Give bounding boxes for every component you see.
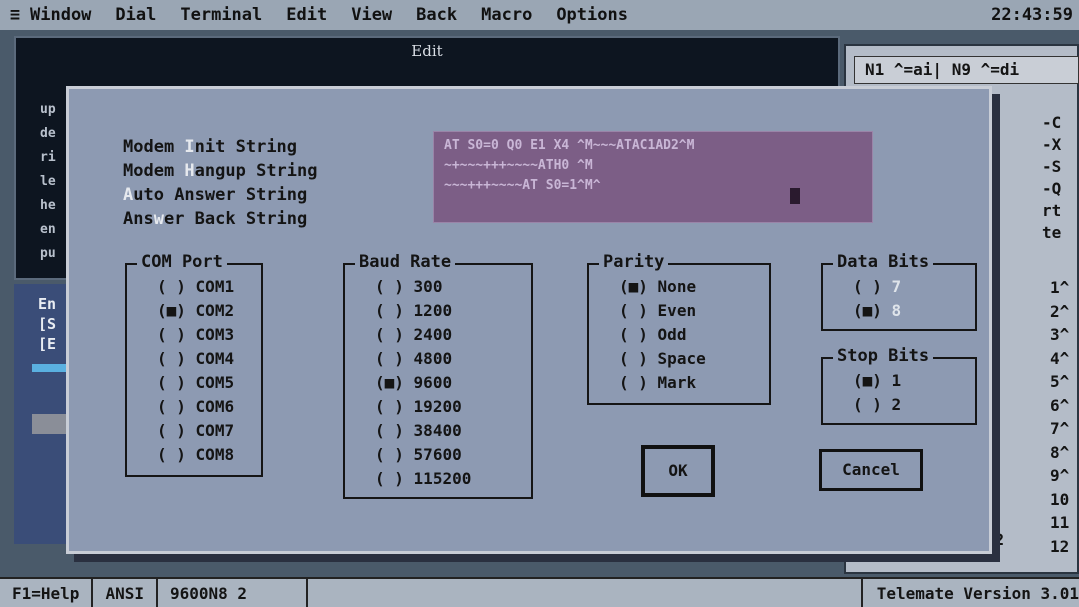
com-option[interactable]: ( ) COM3: [157, 325, 234, 344]
system-menu-icon[interactable]: ≡: [0, 5, 30, 25]
data-bits-option[interactable]: (■) 8: [853, 301, 901, 320]
macro-number[interactable]: 8^: [1050, 441, 1069, 465]
parity-group: Parity (■) None ( ) Even ( ) Odd ( ) Spa…: [587, 252, 771, 405]
menu-dial[interactable]: Dial: [115, 5, 156, 25]
hangup-string-label: Modem Hangup String: [123, 161, 318, 181]
line-settings-indicator: 9600N8 2: [158, 579, 308, 607]
key-item: rt: [1042, 201, 1062, 220]
baud-option[interactable]: ( ) 1200: [375, 301, 452, 320]
menu-terminal[interactable]: Terminal: [180, 5, 262, 25]
macro-number[interactable]: 2^: [1050, 300, 1069, 324]
com-option[interactable]: ( ) COM8: [157, 445, 234, 464]
key-list: -C -X -S -Q rt te: [1042, 112, 1061, 244]
data-bits-option[interactable]: ( ) 7: [853, 277, 901, 296]
com-port-group: COM Port ( ) COM1 (■) COM2 ( ) COM3 ( ) …: [125, 252, 263, 477]
clock: 22:43:59: [991, 5, 1073, 25]
key-item: -X: [1042, 135, 1062, 154]
macro-number[interactable]: 5^: [1050, 370, 1069, 394]
com-option[interactable]: ( ) COM7: [157, 421, 234, 440]
answer-back-string-label: Answer Back String: [123, 209, 308, 229]
baud-rate-title: Baud Rate: [355, 252, 456, 272]
baud-option[interactable]: ( ) 2400: [375, 325, 452, 344]
baud-option[interactable]: ( ) 4800: [375, 349, 452, 368]
menu-macro[interactable]: Macro: [481, 5, 532, 25]
baud-option[interactable]: ( ) 57600: [375, 445, 462, 464]
menu-window[interactable]: Window: [30, 5, 91, 25]
editor-title: Edit: [411, 42, 443, 60]
com-port-title: COM Port: [137, 252, 227, 272]
parity-option[interactable]: (■) None: [619, 277, 696, 296]
menu-view[interactable]: View: [351, 5, 392, 25]
macro-number[interactable]: 7^: [1050, 417, 1069, 441]
hangup-string-input[interactable]: ~+~~~+++~~~~ATH0 ^M: [434, 156, 872, 176]
emulation-indicator: ANSI: [93, 579, 158, 607]
parity-title: Parity: [599, 252, 669, 272]
key-item: te: [1042, 223, 1062, 242]
ok-button[interactable]: OK: [641, 445, 715, 497]
lower-left-text: En [S [E: [14, 284, 74, 354]
menu-options[interactable]: Options: [556, 5, 628, 25]
baud-option[interactable]: ( ) 19200: [375, 397, 462, 416]
menu-edit[interactable]: Edit: [286, 5, 327, 25]
macro-number[interactable]: 9^: [1050, 464, 1069, 488]
stop-bits-option[interactable]: (■) 1: [853, 371, 901, 390]
com-option[interactable]: ( ) COM1: [157, 277, 234, 296]
macro-number-list: 1^ 2^ 3^ 4^ 5^ 6^ 7^ 8^ 9^ 10 11 12: [1050, 276, 1069, 558]
macro-number[interactable]: 10: [1050, 488, 1069, 512]
init-string-input[interactable]: AT S0=0 Q0 E1 X4 ^M~~~ATAC1AD2^M: [434, 132, 872, 156]
key-item: -C: [1042, 113, 1062, 132]
com-option[interactable]: ( ) COM4: [157, 349, 234, 368]
key-item: -S: [1042, 157, 1062, 176]
cancel-button[interactable]: Cancel: [819, 449, 923, 491]
key-item: -Q: [1042, 179, 1062, 198]
stop-bits-title: Stop Bits: [833, 346, 934, 366]
com-option[interactable]: ( ) COM5: [157, 373, 234, 392]
help-hint[interactable]: F1=Help: [0, 579, 94, 607]
com-option[interactable]: ( ) COM6: [157, 397, 234, 416]
com-option[interactable]: (■) COM2: [157, 301, 234, 320]
parity-option[interactable]: ( ) Mark: [619, 373, 696, 392]
auto-answer-string-label: Auto Answer String: [123, 185, 308, 205]
text-cursor: [790, 188, 800, 204]
version-label: Telemate Version 3.01: [876, 583, 1079, 603]
auto-answer-string-input[interactable]: ~~~+++~~~~AT S0=1^M^: [434, 176, 872, 196]
status-bar: F1=Help ANSI 9600N8 2 Telemate Version 3…: [0, 577, 1079, 607]
modem-strings-field[interactable]: AT S0=0 Q0 E1 X4 ^M~~~ATAC1AD2^M ~+~~~++…: [433, 131, 873, 223]
baud-option[interactable]: ( ) 300: [375, 277, 442, 296]
macro-title: N1 ^=ai| N9 ^=di: [854, 56, 1079, 84]
lower-left-window: En [S [E: [14, 284, 77, 544]
macro-number[interactable]: 3^: [1050, 323, 1069, 347]
stop-bits-option[interactable]: ( ) 2: [853, 395, 901, 414]
baud-option[interactable]: ( ) 115200: [375, 469, 471, 488]
data-bits-group: Data Bits ( ) 7 (■) 8: [821, 252, 977, 331]
menu-bar: ≡ Window Dial Terminal Edit View Back Ma…: [0, 0, 1079, 30]
baud-option[interactable]: (■) 9600: [375, 373, 452, 392]
stop-bits-group: Stop Bits (■) 1 ( ) 2: [821, 346, 977, 425]
parity-option[interactable]: ( ) Odd: [619, 325, 686, 344]
baud-rate-group: Baud Rate ( ) 300 ( ) 1200 ( ) 2400 ( ) …: [343, 252, 533, 499]
macro-number[interactable]: 1^: [1050, 276, 1069, 300]
terminal-settings-dialog: Modem Init String Modem Hangup String Au…: [66, 86, 992, 554]
status-spacer: [308, 579, 863, 607]
parity-option[interactable]: ( ) Even: [619, 301, 696, 320]
menu-back[interactable]: Back: [416, 5, 457, 25]
init-string-label: Modem Init String: [123, 137, 298, 157]
macro-number[interactable]: 6^: [1050, 394, 1069, 418]
data-bits-title: Data Bits: [833, 252, 934, 272]
baud-option[interactable]: ( ) 38400: [375, 421, 462, 440]
macro-number[interactable]: 4^: [1050, 347, 1069, 371]
parity-option[interactable]: ( ) Space: [619, 349, 706, 368]
string-labels: Modem Init String Modem Hangup String Au…: [123, 135, 318, 231]
